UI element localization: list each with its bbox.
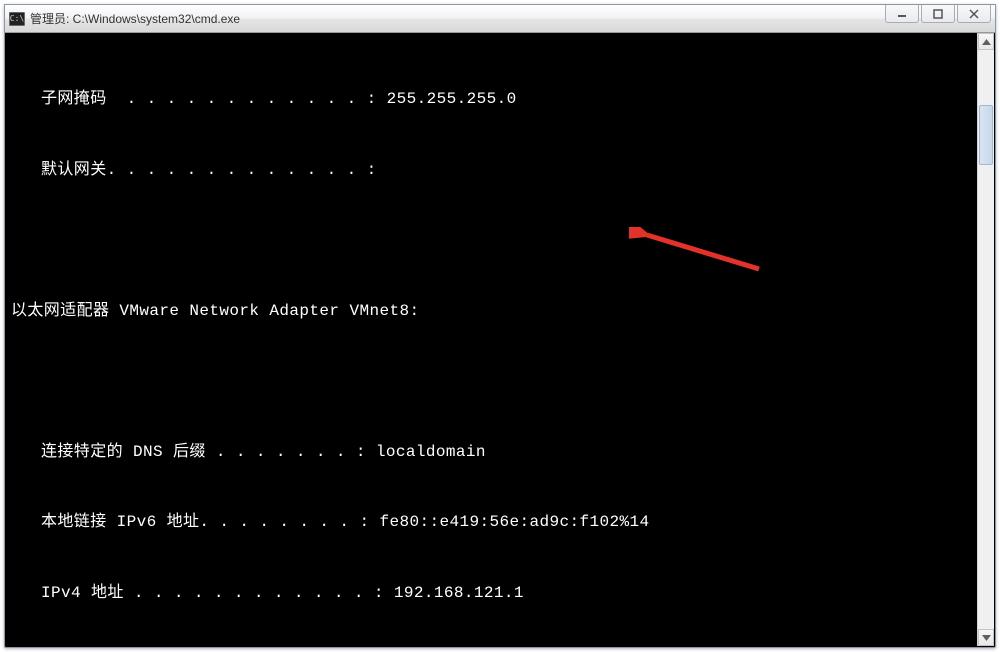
cmd-window: C:\ 管理员: C:\Windows\system32\cmd.exe 子网掩… <box>4 4 996 648</box>
term-line <box>11 229 971 253</box>
cmd-icon: C:\ <box>9 12 25 26</box>
scroll-down-button[interactable] <box>978 629 994 646</box>
window-controls <box>885 5 991 32</box>
close-icon <box>968 9 980 19</box>
term-line: 本地链接 IPv6 地址. . . . . . . . : fe80::e419… <box>11 511 971 535</box>
titlebar[interactable]: C:\ 管理员: C:\Windows\system32\cmd.exe <box>5 5 995 33</box>
term-line: 子网掩码 . . . . . . . . . . . . : 255.255.2… <box>11 88 971 112</box>
term-line: 以太网适配器 VMware Network Adapter VMnet8: <box>11 300 971 324</box>
maximize-icon <box>932 9 944 19</box>
chevron-down-icon <box>982 635 991 641</box>
minimize-icon <box>896 9 908 19</box>
minimize-button[interactable] <box>885 5 919 23</box>
term-line: 默认网关. . . . . . . . . . . . . : <box>11 159 971 183</box>
chevron-up-icon <box>982 39 991 45</box>
cmd-icon-label: C:\ <box>10 15 24 23</box>
vertical-scrollbar[interactable] <box>977 33 994 646</box>
scrollbar-thumb[interactable] <box>979 105 993 165</box>
terminal-output[interactable]: 子网掩码 . . . . . . . . . . . . : 255.255.2… <box>11 39 971 641</box>
term-line <box>11 370 971 394</box>
term-line: IPv4 地址 . . . . . . . . . . . . : 192.16… <box>11 582 971 606</box>
scroll-up-button[interactable] <box>978 33 994 50</box>
window-title: 管理员: C:\Windows\system32\cmd.exe <box>30 10 885 27</box>
term-line: 连接特定的 DNS 后缀 . . . . . . . : localdomain <box>11 441 971 465</box>
close-button[interactable] <box>957 5 991 23</box>
scrollbar-track[interactable] <box>978 50 994 629</box>
maximize-button[interactable] <box>921 5 955 23</box>
